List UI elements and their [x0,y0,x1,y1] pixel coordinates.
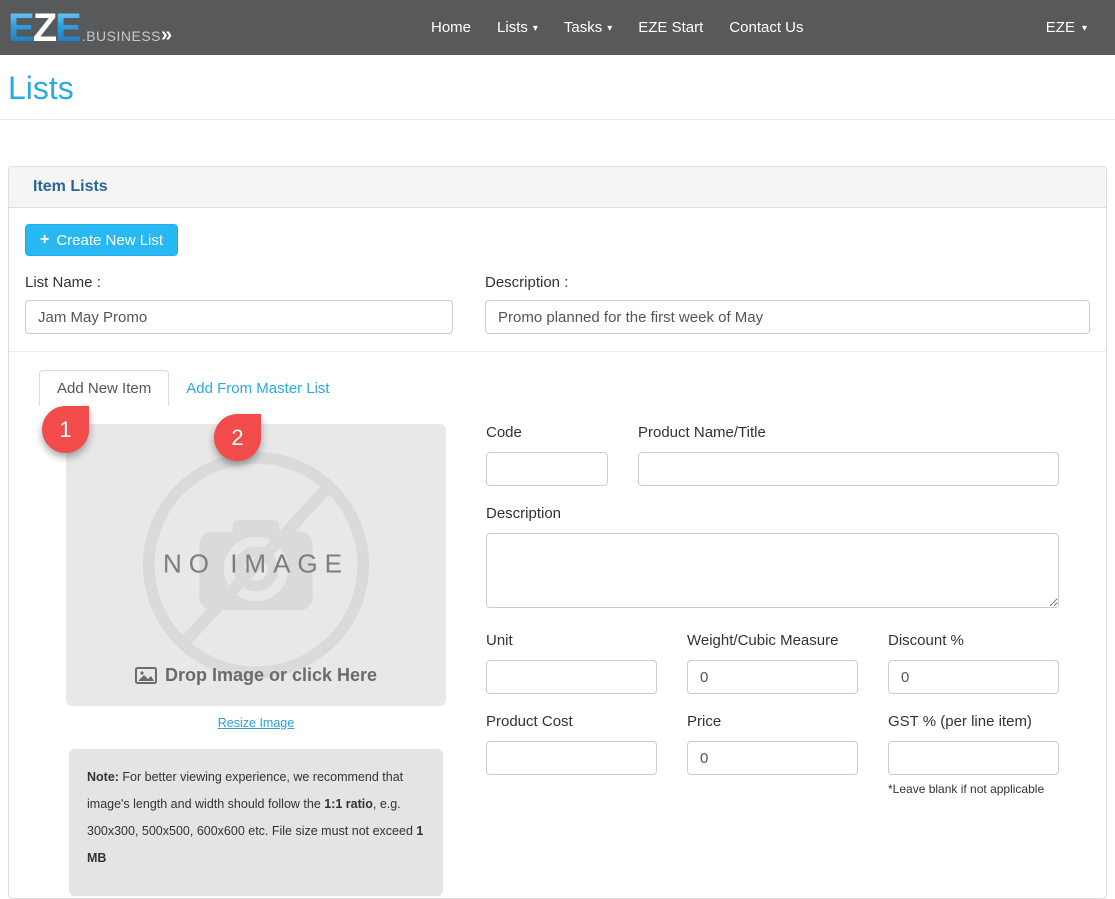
list-meta-row: List Name : Description : [25,274,1090,334]
resize-image-link[interactable]: Resize Image [66,716,446,730]
price-input[interactable] [687,741,858,775]
logo-letter-e1: E [8,8,33,48]
note-text: Note: [87,770,119,784]
list-name-field-group: List Name : [25,274,453,334]
nav-item-label: EZE Start [638,19,703,36]
marker-number: 1 [59,417,71,443]
product-cost-field-group: Product Cost [486,713,657,796]
create-new-list-label: Create New List [56,232,163,249]
drop-image-prompt: Drop Image or click Here [66,665,446,686]
gst-helper-text: *Leave blank if not applicable [888,782,1059,796]
nav-item-label: Contact Us [729,19,803,36]
add-new-item-pane: NO IMAGE Drop Image or click Here Resize… [25,424,1090,896]
list-description-field-group: Description : [485,274,1090,334]
nav-item-lists[interactable]: Lists ▾ [484,11,551,44]
tab-add-new-item[interactable]: Add New Item [39,370,169,406]
page-title: Lists [8,70,1107,106]
form-row-cost-price-gst: Product Cost Price GST % (per line item)… [486,713,1059,796]
nav-item-contact-us[interactable]: Contact Us [716,11,816,44]
product-cost-label: Product Cost [486,713,657,730]
nav-item-label: Lists [497,19,528,36]
plus-icon: + [40,231,49,249]
unit-label: Unit [486,632,657,649]
image-upload-column: NO IMAGE Drop Image or click Here Resize… [66,424,446,896]
weight-label: Weight/Cubic Measure [687,632,858,649]
nav-item-label: Tasks [564,19,602,36]
double-chevron-icon: » [161,25,169,45]
price-label: Price [687,713,858,730]
main-nav: Home Lists ▾ Tasks ▾ EZE Start Contact U… [418,0,817,55]
image-icon [135,667,157,684]
weight-input[interactable] [687,660,858,694]
product-name-field-group: Product Name/Title [638,424,1059,486]
code-field-group: Code [486,424,608,486]
panel-body: + Create New List List Name : Descriptio… [9,208,1106,898]
code-input[interactable] [486,452,608,486]
gst-label: GST % (per line item) [888,713,1059,730]
form-row-unit-weight-discount: Unit Weight/Cubic Measure Discount % [486,632,1059,694]
form-row-code-name: Code Product Name/Title [486,424,1059,486]
section-divider [9,351,1106,352]
list-name-label: List Name : [25,274,453,291]
item-form-column: Code Product Name/Title Description Unit [486,424,1059,896]
list-name-input[interactable] [25,300,453,334]
list-description-input[interactable] [485,300,1090,334]
gst-input[interactable] [888,741,1059,775]
image-dropzone[interactable]: NO IMAGE Drop Image or click Here [66,424,446,706]
gst-field-group: GST % (per line item) *Leave blank if no… [888,713,1059,796]
account-dropdown[interactable]: EZE ▾ [1044,11,1089,44]
marker-number: 2 [231,425,243,451]
discount-label: Discount % [888,632,1059,649]
product-name-label: Product Name/Title [638,424,1059,441]
create-new-list-button[interactable]: + Create New List [25,224,178,256]
chevron-down-icon: ▾ [607,23,612,34]
note-text: 1:1 ratio [324,797,373,811]
nav-item-tasks[interactable]: Tasks ▾ [551,11,625,44]
unit-input[interactable] [486,660,657,694]
nav-item-label: Home [431,19,471,36]
code-label: Code [486,424,608,441]
logo[interactable]: E Z E .BUSINESS » [8,8,169,48]
page-divider [0,119,1115,120]
drop-image-label: Drop Image or click Here [165,665,377,686]
annotation-marker-2: 2 [214,414,261,461]
item-description-field-group: Description [486,505,1059,613]
logo-letter-e2: E [55,8,80,48]
navbar: E Z E .BUSINESS » Home Lists ▾ Tasks ▾ E… [0,0,1115,55]
panel-header: Item Lists [9,167,1106,208]
item-description-label: Description [486,505,1059,522]
unit-field-group: Unit [486,632,657,694]
annotation-marker-1: 1 [42,406,89,453]
discount-field-group: Discount % [888,632,1059,694]
logo-letter-z: Z [33,8,55,48]
list-description-label: Description : [485,274,1090,291]
item-lists-panel: Item Lists + Create New List List Name :… [8,166,1107,899]
price-field-group: Price [687,713,858,796]
account-label: EZE [1046,19,1075,36]
tab-add-from-master-list[interactable]: Add From Master List [169,371,346,406]
nav-item-eze-start[interactable]: EZE Start [625,11,716,44]
chevron-down-icon: ▾ [533,23,538,34]
product-cost-input[interactable] [486,741,657,775]
logo-suffix: .BUSINESS [82,29,161,43]
product-name-input[interactable] [638,452,1059,486]
item-tabs: Add New Item Add From Master List [39,370,1090,406]
chevron-down-icon: ▾ [1082,23,1087,34]
nav-item-home[interactable]: Home [418,11,484,44]
item-description-textarea[interactable] [486,533,1059,608]
discount-input[interactable] [888,660,1059,694]
weight-field-group: Weight/Cubic Measure [687,632,858,694]
panel-title: Item Lists [33,178,108,195]
no-image-text: NO IMAGE [66,548,446,579]
